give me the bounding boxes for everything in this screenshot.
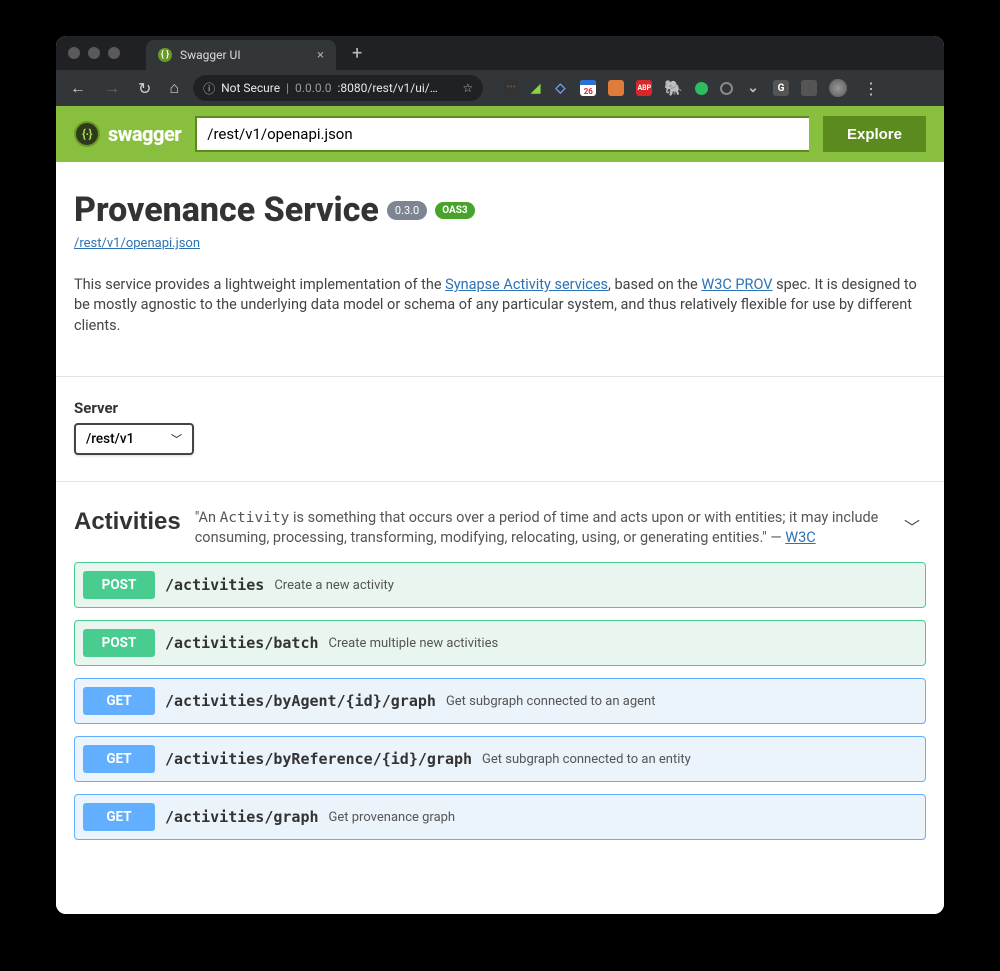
extension-ring-icon[interactable] bbox=[720, 82, 733, 95]
operation-row[interactable]: POST/activities/batch Create multiple new… bbox=[74, 620, 926, 666]
operation-summary: Create multiple new activities bbox=[329, 636, 499, 651]
extension-calendar-icon[interactable]: 26 bbox=[580, 80, 596, 96]
extension-pocket-icon[interactable]: ⌄ bbox=[745, 80, 761, 96]
http-method-badge: GET bbox=[83, 745, 155, 773]
operation-summary: Get provenance graph bbox=[329, 810, 456, 825]
swagger-favicon-icon: { } bbox=[158, 48, 172, 62]
url-path: :8080/rest/v1/ui/… bbox=[338, 81, 438, 95]
operation-summary: Create a new activity bbox=[274, 578, 394, 593]
profile-avatar[interactable] bbox=[829, 79, 847, 97]
operation-row[interactable]: GET/activities/byReference/{id}/graph Get… bbox=[74, 736, 926, 782]
operation-summary: Get subgraph connected to an entity bbox=[482, 752, 691, 767]
operation-path: /activities/graph bbox=[165, 808, 319, 826]
chevron-down-icon: ﹀ bbox=[171, 431, 182, 447]
swagger-topbar: {·} swagger Explore bbox=[56, 106, 944, 162]
http-method-badge: POST bbox=[83, 629, 155, 657]
operation-path: /activities/byAgent/{id}/graph bbox=[165, 692, 436, 710]
address-bar[interactable]: ⓘ Not Secure | 0.0.0.0:8080/rest/v1/ui/…… bbox=[193, 75, 483, 101]
operation-path: /activities/batch bbox=[165, 634, 319, 652]
zoom-window-button[interactable] bbox=[108, 47, 120, 59]
operation-path: /activities/byReference/{id}/graph bbox=[165, 750, 472, 768]
close-window-button[interactable] bbox=[68, 47, 80, 59]
browser-toolbar: ← → ↻ ⌂ ⓘ Not Secure | 0.0.0.0:8080/rest… bbox=[56, 70, 944, 106]
w3c-prov-link[interactable]: W3C PROV bbox=[701, 276, 772, 293]
extension-green-dot-icon[interactable] bbox=[695, 82, 708, 95]
operation-row[interactable]: GET/activities/byAgent/{id}/graph Get sub… bbox=[74, 678, 926, 724]
extension-diamond-icon[interactable]: ◇ bbox=[552, 80, 568, 96]
tag-description: "An Activity is something that occurs ov… bbox=[195, 508, 884, 548]
home-button[interactable]: ⌂ bbox=[165, 78, 183, 98]
http-method-badge: GET bbox=[83, 687, 155, 715]
browser-tab[interactable]: { } Swagger UI × bbox=[146, 40, 336, 70]
extension-lastpass-icon[interactable]: ••• bbox=[503, 80, 519, 96]
extension-box-icon[interactable] bbox=[608, 80, 624, 96]
operation-summary: Get subgraph connected to an agent bbox=[446, 694, 656, 709]
extension-abp-icon[interactable]: ABP bbox=[636, 80, 652, 96]
server-label: Server bbox=[74, 399, 926, 417]
server-selected-value: /rest/v1 bbox=[86, 431, 134, 447]
tab-strip: { } Swagger UI × + bbox=[146, 36, 368, 70]
oas-badge: OAS3 bbox=[435, 202, 474, 219]
swagger-brand-label: swagger bbox=[108, 122, 181, 146]
server-section: Server /rest/v1 ﹀ bbox=[56, 377, 944, 482]
tab-title: Swagger UI bbox=[180, 48, 241, 62]
w3c-link[interactable]: W3C bbox=[785, 529, 815, 546]
swagger-content: Provenance Service 0.3.0 OAS3 /rest/v1/o… bbox=[56, 162, 944, 914]
api-title: Provenance Service bbox=[74, 190, 379, 230]
info-icon: ⓘ bbox=[203, 80, 215, 97]
operation-row[interactable]: POST/activities Create a new activity bbox=[74, 562, 926, 608]
extension-evernote-icon[interactable]: 🐘 bbox=[664, 80, 683, 96]
swagger-mark-icon: {·} bbox=[74, 121, 100, 147]
new-tab-button[interactable]: + bbox=[346, 43, 368, 64]
http-method-badge: POST bbox=[83, 571, 155, 599]
forward-button[interactable]: → bbox=[100, 78, 124, 98]
collapse-chevron-icon[interactable]: ﹀ bbox=[898, 508, 926, 544]
reload-button[interactable]: ↻ bbox=[134, 79, 155, 98]
extension-triangle-icon[interactable]: ◢ bbox=[531, 80, 540, 96]
api-description: This service provides a lightweight impl… bbox=[74, 275, 926, 336]
operation-row[interactable]: GET/activities/graph Get provenance graph bbox=[74, 794, 926, 840]
version-badge: 0.3.0 bbox=[387, 201, 427, 220]
close-tab-icon[interactable]: × bbox=[317, 48, 324, 63]
spec-url-input[interactable] bbox=[195, 116, 809, 152]
http-method-badge: GET bbox=[83, 803, 155, 831]
tag-activities[interactable]: Activities "An Activity is something tha… bbox=[56, 482, 944, 558]
security-label: Not Secure bbox=[221, 81, 280, 95]
window-titlebar: { } Swagger UI × + bbox=[56, 36, 944, 70]
extension-icons: ••• ◢ ◇ 26 ABP 🐘 ⌄ G ⋮ bbox=[503, 79, 934, 98]
bookmark-star-icon[interactable]: ☆ bbox=[462, 81, 473, 95]
server-select[interactable]: /rest/v1 ﹀ bbox=[74, 423, 194, 455]
spec-link[interactable]: /rest/v1/openapi.json bbox=[74, 236, 926, 251]
back-button[interactable]: ← bbox=[66, 78, 90, 98]
operation-path: /activities bbox=[165, 576, 264, 594]
extension-g-icon[interactable]: G bbox=[773, 80, 789, 96]
url-host: 0.0.0.0 bbox=[295, 81, 331, 95]
tag-name: Activities bbox=[74, 508, 181, 536]
explore-button[interactable]: Explore bbox=[823, 116, 926, 152]
minimize-window-button[interactable] bbox=[88, 47, 100, 59]
extension-bars-icon[interactable] bbox=[801, 80, 817, 96]
swagger-logo: {·} swagger bbox=[74, 121, 181, 147]
browser-menu-button[interactable]: ⋮ bbox=[863, 79, 879, 98]
browser-window: { } Swagger UI × + ← → ↻ ⌂ ⓘ Not Secure … bbox=[56, 36, 944, 914]
operations-list: POST/activitiesCreate a new activityPOST… bbox=[56, 558, 944, 860]
synapse-link[interactable]: Synapse Activity services bbox=[445, 276, 608, 293]
traffic-lights bbox=[68, 47, 120, 59]
